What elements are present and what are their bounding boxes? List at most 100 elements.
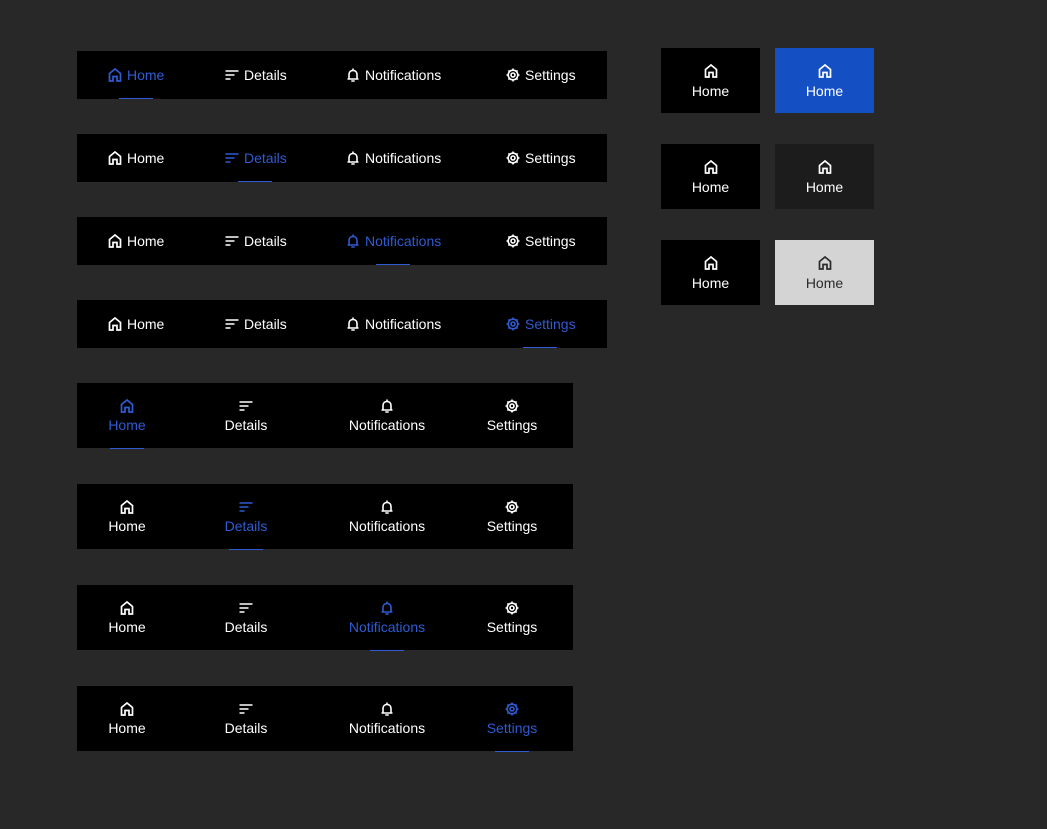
- tile-label: Home: [805, 82, 844, 99]
- bell-icon: [345, 150, 361, 166]
- selected-underline: [370, 650, 404, 651]
- nav-item-settings[interactable]: Settings: [505, 300, 576, 348]
- nav-item-label: Home: [127, 150, 165, 166]
- nav-item-label: Settings: [486, 720, 538, 736]
- bell-icon: [345, 67, 361, 83]
- nav-item-label: Home: [108, 417, 146, 433]
- sort-lines-icon: [224, 67, 240, 83]
- gear-icon: [505, 150, 521, 166]
- tile-label: Home: [691, 274, 730, 291]
- nav-item-notifications[interactable]: Notifications: [345, 134, 441, 182]
- nav-item-settings[interactable]: Settings: [480, 484, 544, 549]
- home-tile-hover[interactable]: Home: [775, 144, 874, 209]
- home-icon: [703, 159, 719, 175]
- home-icon: [119, 499, 135, 515]
- nav-item-settings[interactable]: Settings: [505, 134, 576, 182]
- nav-item-details[interactable]: Details: [217, 484, 275, 550]
- nav-item-home[interactable]: Home: [107, 134, 164, 182]
- nav-item-details[interactable]: Details: [224, 217, 287, 265]
- nav-item-details[interactable]: Details: [224, 134, 287, 182]
- selected-underline: [229, 549, 263, 550]
- nav-item-label: Details: [224, 720, 268, 736]
- nav-item-label: Settings: [525, 316, 576, 332]
- gear-icon: [504, 600, 520, 616]
- selected-underline: [376, 264, 411, 265]
- home-icon: [817, 159, 833, 175]
- nav-item-notifications[interactable]: Notifications: [345, 51, 441, 99]
- nav-item-notifications[interactable]: Notifications: [345, 300, 441, 348]
- nav-item-label: Settings: [486, 518, 538, 534]
- nav-item-label: Home: [108, 720, 146, 736]
- horizontal-nav-bar-home-selected: Home Details Notifications Settings: [77, 51, 607, 99]
- nav-item-home[interactable]: Home: [107, 51, 164, 99]
- nav-item-label: Settings: [486, 619, 538, 635]
- tile-label: Home: [691, 178, 730, 195]
- sort-lines-icon: [224, 150, 240, 166]
- nav-item-details[interactable]: Details: [217, 686, 275, 751]
- nav-item-label: Settings: [525, 67, 576, 83]
- nav-item-label: Settings: [525, 233, 576, 249]
- nav-item-notifications[interactable]: Notifications: [339, 686, 435, 751]
- nav-item-settings[interactable]: Settings: [480, 686, 544, 752]
- gear-icon: [504, 499, 520, 515]
- home-icon: [107, 233, 123, 249]
- nav-item-settings[interactable]: Settings: [480, 383, 544, 448]
- tile-label: Home: [805, 274, 844, 291]
- nav-item-home[interactable]: Home: [99, 484, 155, 549]
- horizontal-nav-bar-notifications-selected: Home Details Notifications Settings: [77, 217, 607, 265]
- selected-underline: [118, 98, 153, 99]
- gear-icon: [504, 398, 520, 414]
- gear-icon: [505, 316, 521, 332]
- nav-item-settings[interactable]: Settings: [505, 217, 576, 265]
- nav-item-notifications[interactable]: Notifications: [339, 484, 435, 549]
- bell-icon: [345, 316, 361, 332]
- stacked-nav-bar-notifications-selected: Home Details Notifications Settings: [77, 585, 573, 651]
- bell-icon: [379, 701, 395, 717]
- home-tile-selected[interactable]: Home: [775, 48, 874, 113]
- nav-item-label: Notifications: [365, 150, 442, 166]
- nav-item-home[interactable]: Home: [107, 217, 164, 265]
- home-icon: [817, 63, 833, 79]
- nav-item-notifications[interactable]: Notifications: [339, 383, 435, 448]
- selected-underline: [523, 347, 558, 348]
- nav-item-details[interactable]: Details: [224, 300, 287, 348]
- nav-item-label: Details: [224, 518, 268, 534]
- nav-item-home[interactable]: Home: [107, 300, 164, 348]
- nav-item-label: Details: [244, 233, 287, 249]
- gear-icon: [504, 701, 520, 717]
- nav-item-label: Notifications: [365, 316, 442, 332]
- home-tile-pressed[interactable]: Home: [775, 240, 874, 305]
- bell-icon: [345, 233, 361, 249]
- home-icon: [703, 255, 719, 271]
- nav-item-label: Notifications: [348, 417, 426, 433]
- tile-label: Home: [691, 82, 730, 99]
- home-icon: [119, 701, 135, 717]
- nav-item-details[interactable]: Details: [224, 51, 287, 99]
- nav-item-home[interactable]: Home: [99, 686, 155, 751]
- nav-item-label: Home: [108, 619, 146, 635]
- nav-item-settings[interactable]: Settings: [480, 585, 544, 650]
- nav-item-home[interactable]: Home: [99, 383, 155, 449]
- home-tile-default[interactable]: Home: [661, 48, 760, 113]
- bell-icon: [379, 600, 395, 616]
- nav-item-label: Details: [244, 67, 287, 83]
- sort-lines-icon: [224, 316, 240, 332]
- nav-item-label: Home: [108, 518, 146, 534]
- nav-item-label: Home: [127, 233, 165, 249]
- home-icon: [107, 67, 123, 83]
- nav-item-settings[interactable]: Settings: [505, 51, 576, 99]
- home-icon: [107, 150, 123, 166]
- gear-icon: [505, 233, 521, 249]
- nav-item-details[interactable]: Details: [217, 585, 275, 650]
- home-tile-default[interactable]: Home: [661, 144, 760, 209]
- gear-icon: [505, 67, 521, 83]
- nav-item-label: Settings: [525, 150, 576, 166]
- nav-item-home[interactable]: Home: [99, 585, 155, 650]
- home-tile-default[interactable]: Home: [661, 240, 760, 305]
- nav-item-details[interactable]: Details: [217, 383, 275, 448]
- nav-item-notifications[interactable]: Notifications: [345, 217, 441, 265]
- horizontal-nav-bar-details-selected: Home Details Notifications Settings: [77, 134, 607, 182]
- home-icon: [119, 600, 135, 616]
- nav-item-notifications[interactable]: Notifications: [339, 585, 435, 651]
- home-icon: [119, 398, 135, 414]
